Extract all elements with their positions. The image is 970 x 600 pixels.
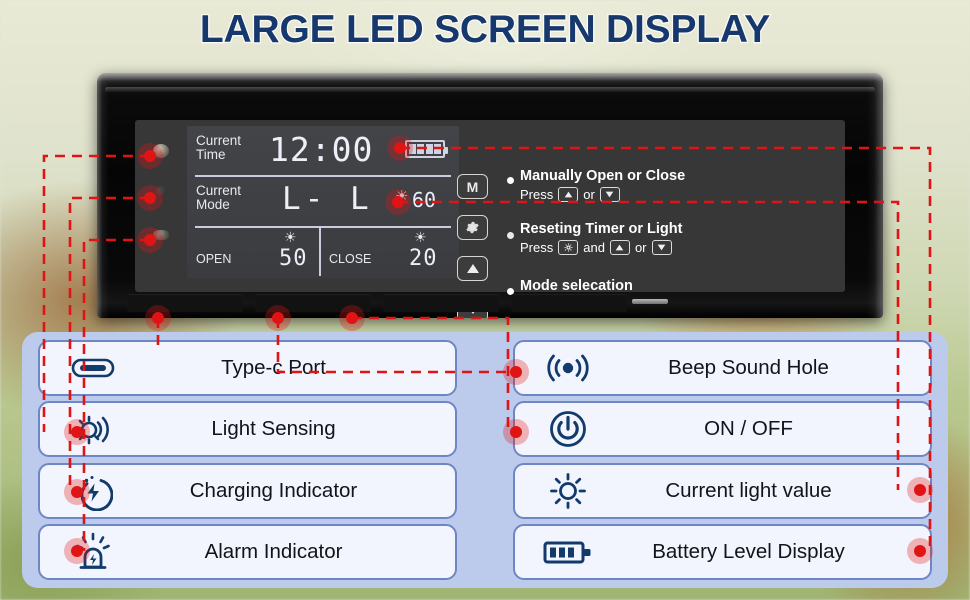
lcd-current-mode-label-line1: Current [196, 183, 242, 198]
instruction-bullet-2 [507, 232, 514, 239]
device-right-edge-highlight [867, 73, 883, 318]
instruction-2-joiner-and: and [583, 240, 605, 255]
instruction-1-joiner: or [583, 187, 595, 202]
lcd-close-label: CLOSE [329, 252, 372, 266]
mode-button-label: M [466, 178, 479, 195]
keycap-triangle-up [609, 240, 630, 255]
power-on-off-icon [541, 409, 595, 449]
instruction-2-joiner-or: or [634, 240, 647, 255]
lcd-time-value: 12:00 [269, 130, 374, 169]
triangle-up-icon [466, 264, 479, 273]
lcd-current-mode-label-line2: Mode [196, 197, 230, 212]
keycap-triangle-down [651, 240, 672, 255]
lcd-screen: Current Time 12:00 Current Mode L- L ☀ 6… [187, 126, 459, 278]
feature-card-light-sensing[interactable]: Light Sensing [38, 401, 457, 458]
feature-legend-panel: Type-c Port Beep Sound Hole Light Sensin… [22, 332, 948, 588]
instruction-3-title: Mode selecation [520, 278, 633, 294]
lcd-divider-top [195, 175, 451, 177]
lcd-close-value: 20 [409, 246, 438, 271]
feature-label: Beep Sound Hole [668, 356, 829, 379]
feature-card-charging-indicator[interactable]: Charging Indicator [38, 462, 457, 519]
instruction-1-subtitle: Press or [520, 187, 685, 202]
alarm-indicator-led [153, 230, 169, 240]
lcd-vertical-divider [319, 228, 321, 276]
vent-slot [255, 294, 371, 312]
instruction-2-title: Reseting Timer or Light [520, 221, 683, 237]
lcd-open-sun-icon: ☀ [284, 229, 297, 245]
feature-label: Alarm Indicator [204, 539, 343, 563]
lcd-current-time-label-line2: Time [196, 147, 226, 162]
feature-card-type-c-port[interactable]: Type-c Port [38, 340, 457, 396]
keycap-triangle-down [599, 187, 620, 202]
lcd-open-value: 50 [279, 246, 308, 271]
vent-slot [511, 294, 627, 312]
feature-label: Type-c Port [221, 356, 326, 379]
device-bottom-tab [632, 299, 668, 304]
lcd-current-mode-label: Current Mode [196, 184, 258, 212]
device-vent-slots [127, 294, 627, 312]
vent-slot [127, 294, 243, 312]
lcd-light-value: 60 [412, 188, 437, 212]
gear-icon [466, 221, 479, 234]
lcd-current-time-label-line1: Current [196, 133, 242, 148]
light-sensor-hole [153, 144, 169, 158]
up-button[interactable] [457, 256, 488, 281]
charging-indicator-led [155, 186, 167, 198]
feature-card-current-light-value[interactable]: Current light value [513, 462, 932, 519]
triangle-up-icon [564, 191, 573, 198]
feature-label: Current light value [665, 478, 832, 502]
feature-label: Charging Indicator [189, 478, 358, 502]
lcd-current-time-label: Current Time [196, 134, 258, 162]
instruction-reset-timer-light: Reseting Timer or Light Press and or [520, 221, 682, 255]
instruction-1-title: Manually Open or Close [520, 168, 686, 184]
instruction-manual-open-close: Manually Open or Close Press or [520, 168, 685, 202]
feature-card-alarm-indicator[interactable]: Alarm Indicator [38, 523, 457, 580]
alarm-indicator-icon [66, 532, 120, 572]
instruction-2-press-word: Press [520, 240, 554, 255]
lcd-mode-sun-icon: ☀ [395, 188, 409, 205]
instruction-bullet-1 [507, 177, 514, 184]
page-title: LARGE LED SCREEN DISPLAY [199, 7, 772, 53]
lcd-divider-bottom [195, 226, 451, 228]
feature-card-grid: Type-c Port Beep Sound Hole Light Sensin… [22, 332, 948, 588]
instruction-1-press-word: Press [520, 187, 554, 202]
lcd-open-label: OPEN [196, 252, 232, 266]
device-left-edge-highlight [97, 73, 109, 318]
beep-sound-hole-icon [541, 352, 595, 384]
control-console-face: Current Time 12:00 Current Mode L- L ☀ 6… [135, 120, 845, 318]
triangle-down-icon [605, 191, 614, 198]
charging-indicator-icon [66, 471, 120, 511]
battery-level-icon [541, 538, 595, 566]
light-sensing-icon [66, 409, 120, 449]
feature-card-beep-sound-hole[interactable]: Beep Sound Hole [513, 340, 932, 396]
gear-icon [564, 243, 573, 252]
device-top-gloss [97, 73, 883, 85]
mode-button[interactable]: M [457, 174, 488, 199]
device-top-lip [105, 87, 875, 92]
device-control-panel: Current Time 12:00 Current Mode L- L ☀ 6… [97, 73, 883, 318]
lcd-mode-value: L- L [282, 181, 373, 217]
instruction-2-subtitle: Press and or [520, 240, 682, 255]
keycap-gear [558, 240, 579, 255]
feature-label: ON / OFF [704, 417, 793, 441]
current-light-value-icon [541, 471, 595, 511]
gear-button[interactable] [457, 215, 488, 240]
lcd-close-sun-icon: ☀ [414, 229, 427, 245]
triangle-up-icon [616, 244, 624, 251]
type-c-port-icon [66, 356, 120, 380]
feature-card-on-off[interactable]: ON / OFF [513, 401, 932, 458]
feature-label: Battery Level Display [652, 539, 845, 563]
feature-card-battery-level[interactable]: Battery Level Display [513, 523, 932, 580]
lcd-battery-icon [405, 140, 448, 158]
triangle-down-icon [657, 244, 666, 251]
vent-slot [383, 294, 499, 312]
keycap-triangle-up [558, 187, 579, 202]
feature-label: Light Sensing [211, 417, 336, 441]
